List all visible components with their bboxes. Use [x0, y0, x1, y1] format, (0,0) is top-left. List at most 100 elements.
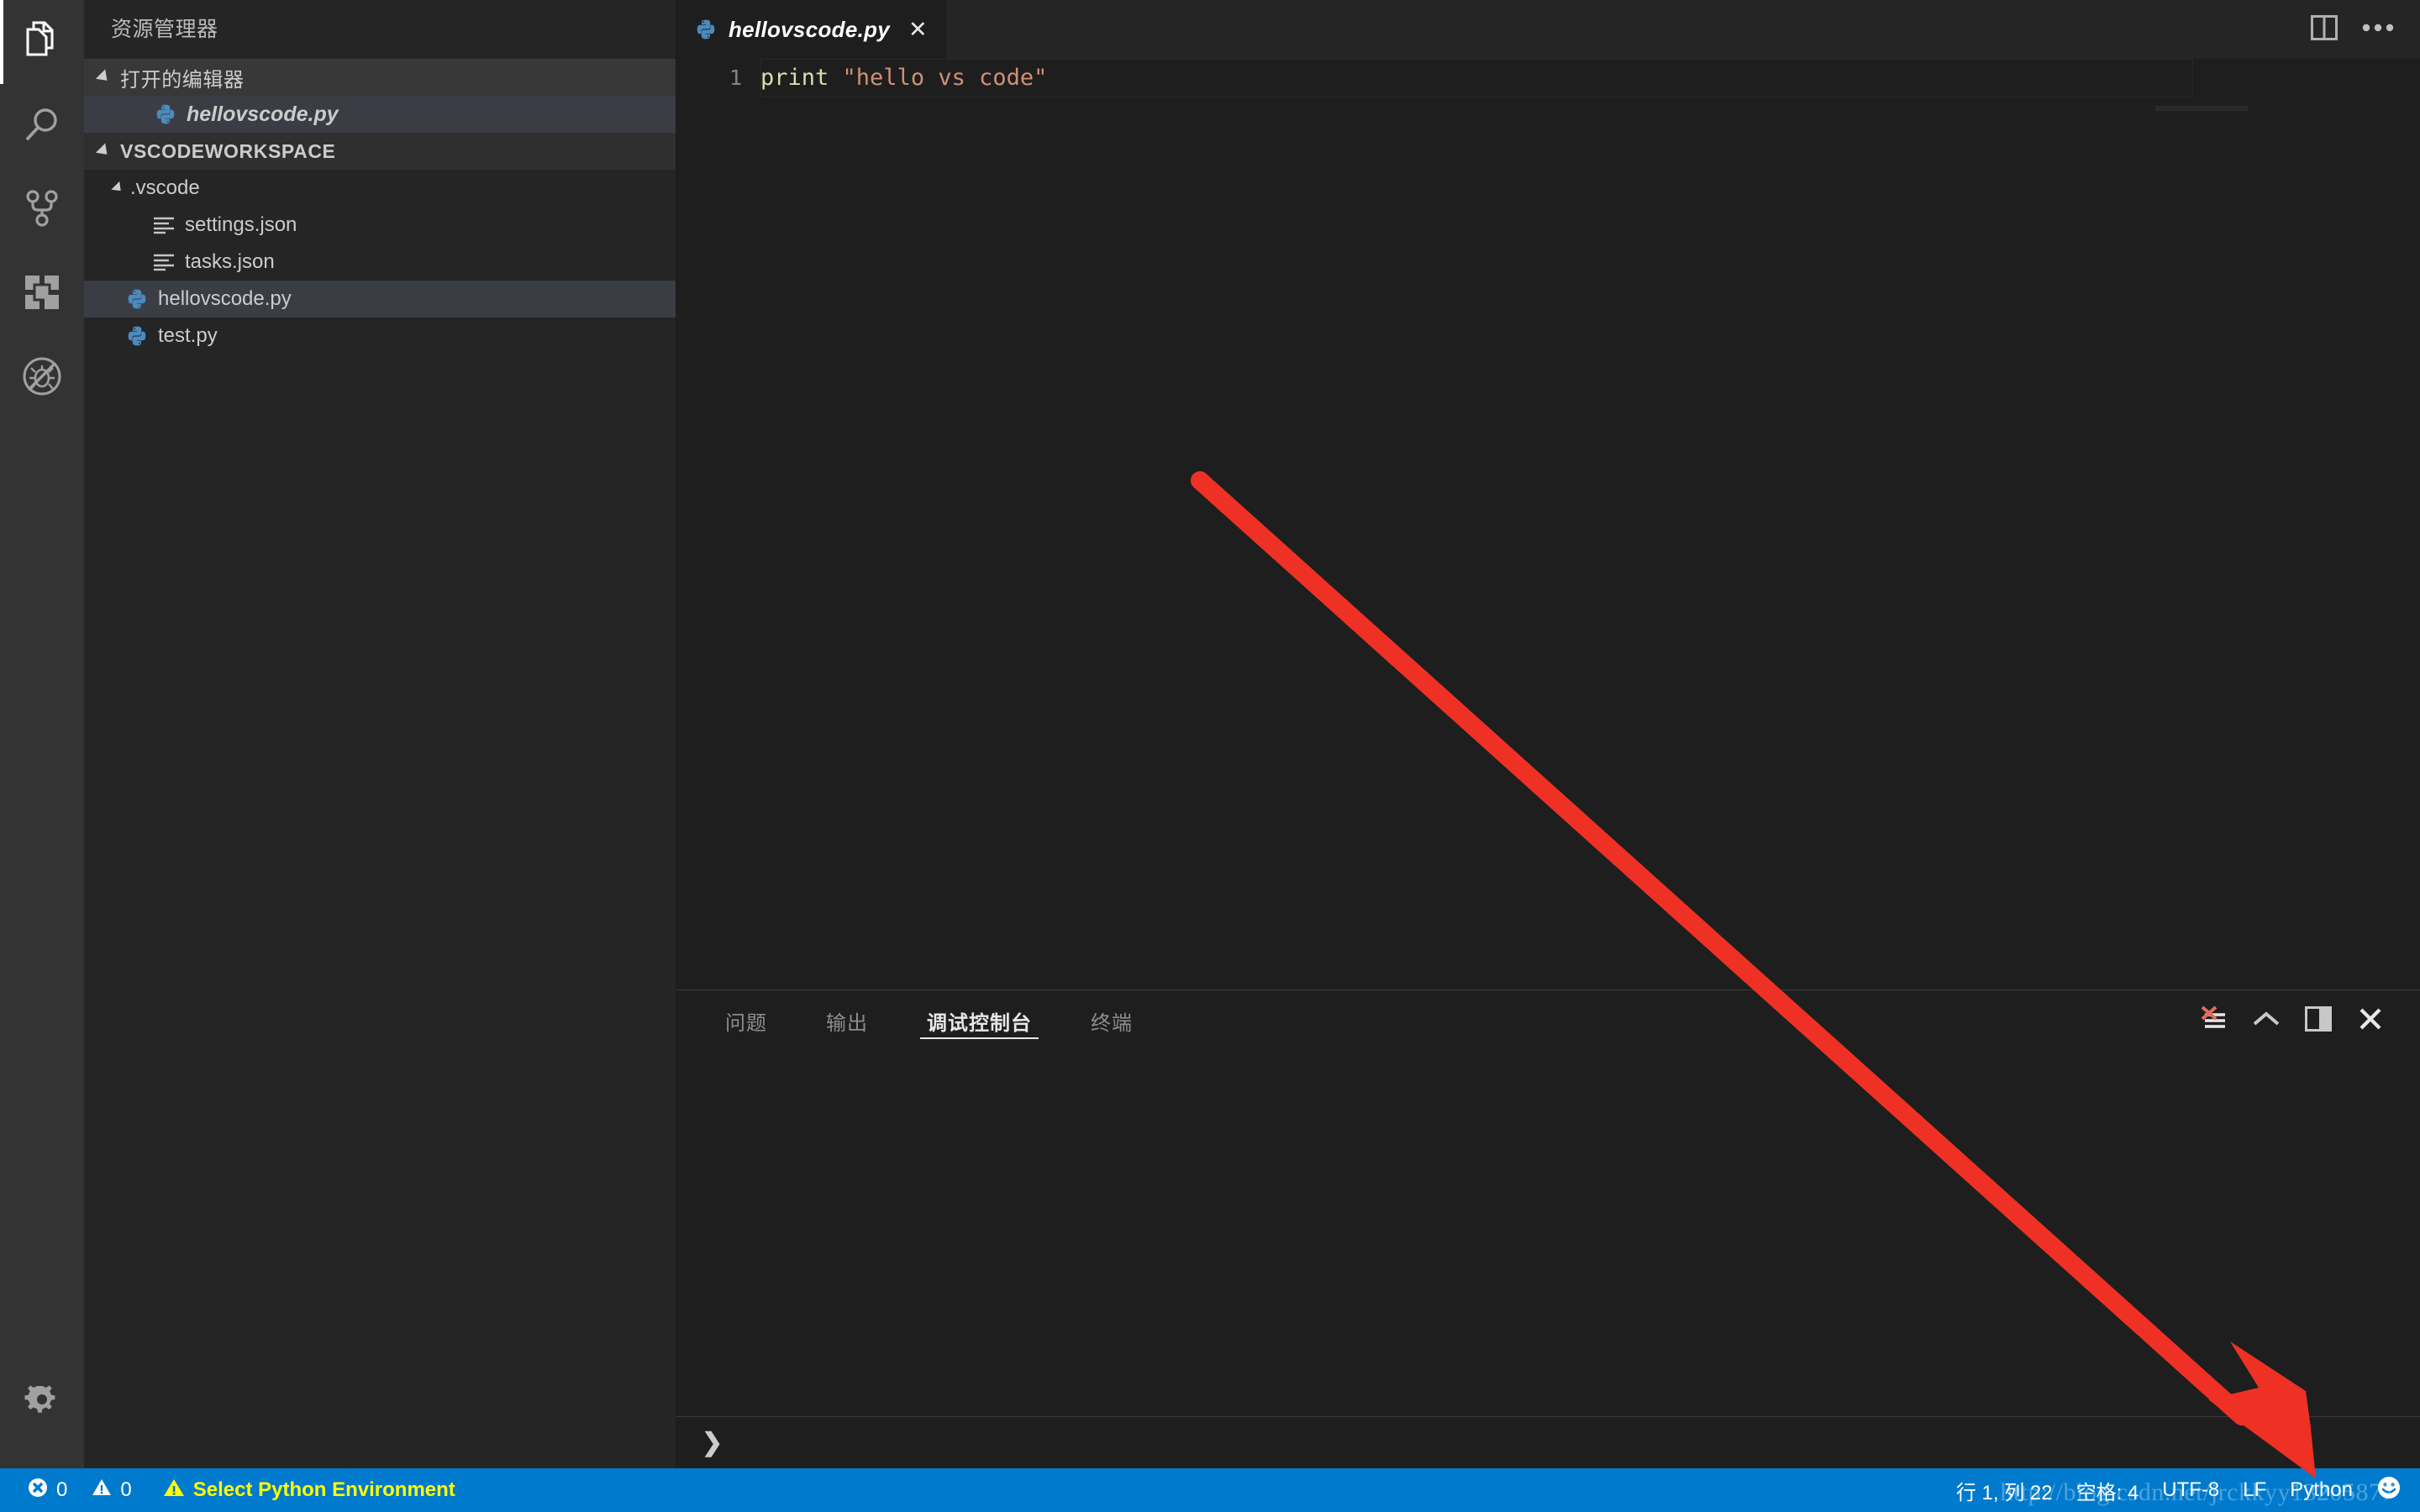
status-errors[interactable]: 0 — [15, 1468, 79, 1512]
panel-tab-label: 输出 — [826, 1011, 868, 1035]
clear-console-icon — [2200, 1005, 2228, 1037]
status-encoding[interactable]: UTF-8 — [2150, 1468, 2231, 1512]
main-row: 资源管理器 打开的编辑器 hellovscode.py VSCODEWORKSP… — [0, 0, 2420, 1468]
chevron-down-icon — [95, 143, 113, 160]
close-icon — [2358, 1006, 2383, 1036]
section-workspace-label: VSCODEWORKSPACE — [120, 139, 336, 162]
python-file-icon — [123, 288, 151, 310]
section-workspace[interactable]: VSCODEWORKSPACE — [84, 133, 676, 170]
status-bar: 0 0 Select Python Environment 行 1, 列 22 … — [0, 1468, 2420, 1512]
status-cursor-position[interactable]: 行 1, 列 22 — [1944, 1468, 2065, 1512]
maximize-panel-button[interactable] — [2240, 990, 2292, 1051]
python-file-icon — [123, 325, 151, 347]
editor-tab-bar: hellovscode.py ✕ — [676, 0, 2420, 59]
panel-tab-label: 调试控制台 — [927, 1011, 1032, 1035]
editor-area: hellovscode.py ✕ 1 print "hello vs code"… — [676, 0, 2420, 1468]
status-bar-left: 0 0 Select Python Environment — [0, 1468, 467, 1512]
activity-item-extensions[interactable] — [0, 252, 84, 336]
vscode-window: 资源管理器 打开的编辑器 hellovscode.py VSCODEWORKSP… — [0, 0, 2420, 1512]
panel-tab-output[interactable]: 输出 — [811, 990, 883, 1051]
status-feedback[interactable] — [2365, 1468, 2408, 1512]
tree-item-folder-vscode[interactable]: .vscode — [84, 170, 676, 207]
python-file-icon — [151, 103, 180, 125]
status-language-mode[interactable]: Python — [2278, 1468, 2365, 1512]
tree-item-label: hellovscode.py — [158, 287, 292, 310]
activity-item-manage[interactable] — [0, 1359, 84, 1443]
code-line-content: print "hello vs code" — [760, 59, 1047, 97]
open-editor-item[interactable]: hellovscode.py — [84, 96, 676, 133]
chevron-right-icon: ❯ — [702, 1428, 723, 1457]
toggle-panel-position-button[interactable] — [2292, 990, 2344, 1051]
chevron-down-icon — [111, 181, 125, 196]
split-editor-button[interactable] — [2297, 0, 2351, 59]
chevron-down-icon — [95, 69, 113, 86]
close-icon[interactable]: ✕ — [908, 18, 928, 41]
status-python-env-label: Select Python Environment — [192, 1478, 455, 1501]
tab-hellovscode-py[interactable]: hellovscode.py ✕ — [676, 0, 946, 59]
status-eol[interactable]: LF — [2231, 1468, 2278, 1512]
file-tree: .vscode settings.json tasks.json hellovs… — [84, 170, 676, 354]
source-control-icon — [22, 188, 62, 233]
status-python-env[interactable]: Select Python Environment — [144, 1468, 467, 1512]
debug-console-input[interactable]: ❯ — [676, 1416, 2420, 1468]
section-open-editors-label: 打开的编辑器 — [120, 68, 245, 92]
status-warnings[interactable]: 0 — [79, 1468, 143, 1512]
more-actions-button[interactable] — [2351, 0, 2405, 59]
tree-item-test-py[interactable]: test.py — [84, 318, 676, 354]
panel-tab-debug-console[interactable]: 调试控制台 — [912, 990, 1047, 1051]
activity-item-explorer[interactable] — [0, 0, 84, 84]
section-open-editors[interactable]: 打开的编辑器 — [84, 59, 676, 96]
tree-item-hellovscode-py[interactable]: hellovscode.py — [84, 281, 676, 318]
tree-item-label: tasks.json — [185, 250, 275, 273]
panel-actions — [2188, 990, 2420, 1051]
chevron-up-icon — [2252, 1010, 2281, 1032]
tab-title: hellovscode.py — [729, 16, 891, 42]
split-editor-icon — [2311, 14, 2338, 45]
extensions-icon — [22, 272, 62, 317]
activity-item-search[interactable] — [0, 84, 84, 168]
tree-item-label: settings.json — [185, 213, 297, 236]
code-token-string: "hello vs code" — [842, 65, 1048, 91]
tree-item-label: test.py — [158, 324, 218, 347]
status-warnings-count: 0 — [120, 1478, 132, 1501]
tree-item-tasks-json[interactable]: tasks.json — [84, 244, 676, 281]
json-file-icon — [150, 216, 178, 234]
warning-triangle-icon — [162, 1477, 186, 1504]
open-editor-label: hellovscode.py — [187, 102, 339, 126]
python-file-icon — [695, 18, 717, 40]
open-editors-list: hellovscode.py — [84, 96, 676, 133]
smiley-icon — [2376, 1475, 2402, 1506]
minimap-slider[interactable] — [2155, 106, 2248, 111]
sidebar-explorer: 资源管理器 打开的编辑器 hellovscode.py VSCODEWORKSP… — [84, 0, 676, 1468]
debug-disabled-icon — [21, 355, 63, 402]
activity-bar — [0, 0, 84, 1468]
warning-triangle-icon — [91, 1477, 113, 1504]
sidebar-title: 资源管理器 — [111, 18, 218, 41]
status-bar-right: 行 1, 列 22 空格: 4 UTF-8 LF Python — [1944, 1468, 2420, 1512]
gear-icon — [23, 1380, 61, 1423]
status-indentation[interactable]: 空格: 4 — [2065, 1468, 2151, 1512]
panel-tab-bar: 问题 输出 调试控制台 终端 — [676, 990, 2420, 1051]
ellipsis-icon — [2362, 22, 2394, 37]
search-icon — [22, 104, 62, 149]
debug-console-output — [676, 1051, 2420, 1416]
tree-item-settings-json[interactable]: settings.json — [84, 207, 676, 244]
code-line-1: 1 print "hello vs code" — [676, 59, 2420, 97]
panel-layout-icon — [2305, 1005, 2332, 1036]
code-token-keyword: print — [760, 65, 829, 91]
close-panel-button[interactable] — [2344, 990, 2396, 1051]
files-icon — [23, 20, 61, 65]
status-errors-count: 0 — [56, 1478, 68, 1501]
panel-tab-label: 终端 — [1091, 1011, 1133, 1035]
editor-tab-actions — [2297, 0, 2420, 59]
panel-tab-label: 问题 — [725, 1011, 767, 1035]
clear-console-button[interactable] — [2188, 990, 2240, 1051]
activity-item-debug[interactable] — [0, 336, 84, 420]
bottom-panel: 问题 输出 调试控制台 终端 ❯ — [676, 990, 2420, 1468]
panel-tab-terminal[interactable]: 终端 — [1076, 990, 1148, 1051]
code-editor[interactable]: 1 print "hello vs code" — [676, 59, 2420, 990]
tree-item-label: .vscode — [130, 176, 200, 199]
activity-item-source-control[interactable] — [0, 168, 84, 252]
panel-tab-problems[interactable]: 问题 — [710, 990, 782, 1051]
error-circle-icon — [27, 1477, 49, 1504]
